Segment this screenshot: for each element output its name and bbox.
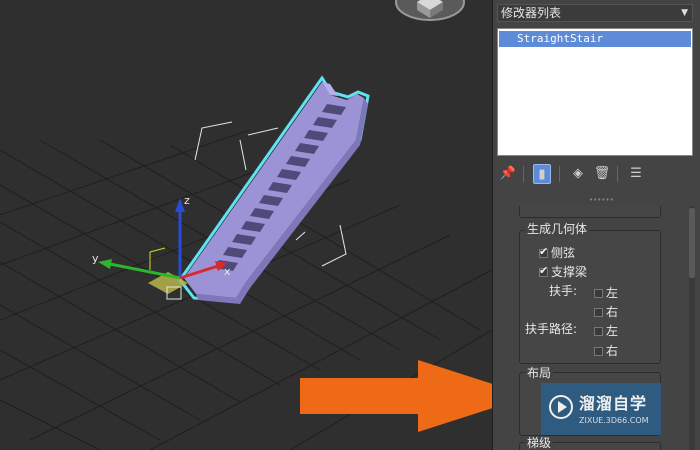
stack-item-straightstair[interactable]: StraightStair [499, 31, 691, 47]
toolbar-divider [523, 166, 524, 182]
layout-title: 布局 [525, 366, 554, 380]
rail-path-left-checkbox[interactable] [594, 327, 603, 336]
configure-modifier-sets-icon[interactable]: ☰ [627, 164, 645, 184]
viewport-canvas[interactable]: x y z [0, 0, 492, 450]
stack-toolbar: 📌 ▮ ◈ 🗑 ☰ [493, 160, 700, 188]
toolbar-divider [617, 166, 618, 182]
show-end-result-icon[interactable]: ▮ [533, 164, 551, 184]
pin-stack-icon[interactable]: 📌 [499, 164, 517, 184]
scrollbar-thumb[interactable] [689, 208, 695, 278]
rail-path-right-checkbox[interactable] [594, 347, 603, 356]
resize-handle[interactable]: •••••• [589, 197, 614, 204]
steps-title: 梯级 [525, 436, 554, 450]
make-unique-icon[interactable]: ◈ [569, 164, 587, 184]
stringers-checkbox[interactable] [539, 245, 548, 258]
axis-label-x: x [224, 265, 231, 278]
carriage-label: 支撑梁 [551, 265, 588, 279]
watermark-logo: 溜溜自学 ZIXUE.3D66.COM [541, 383, 661, 435]
handrail-left-checkbox[interactable] [594, 289, 603, 298]
viewcube-widget[interactable] [395, 0, 465, 22]
handrail-left-label: 左 [606, 286, 619, 300]
play-icon [549, 395, 573, 419]
watermark-url: ZIXUE.3D66.COM [579, 416, 649, 425]
axis-label-z: z [184, 194, 190, 207]
carriage-checkbox[interactable] [539, 264, 548, 277]
viewport[interactable]: x y z [0, 0, 492, 450]
handrail-right-checkbox[interactable] [594, 308, 603, 317]
orange-pointer-arrow [300, 360, 492, 432]
rail-path-left-label: 左 [606, 324, 619, 338]
rollout-top-edge [519, 206, 661, 218]
panel-scrollbar[interactable] [689, 206, 695, 450]
rail-path-label: 扶手路径: [525, 322, 578, 336]
rail-path-right-label: 右 [606, 344, 619, 358]
handrail-right-label: 右 [606, 305, 619, 319]
toolbar-divider [559, 166, 560, 182]
chevron-down-icon: ▼ [681, 8, 688, 18]
remove-modifier-icon[interactable]: 🗑 [593, 164, 611, 184]
modifier-list-dropdown[interactable]: 修改器列表 ▼ [497, 4, 693, 22]
axis-label-y: y [92, 252, 99, 265]
modifier-stack-list[interactable]: StraightStair [497, 28, 693, 156]
handrail-label: 扶手: [549, 284, 578, 298]
watermark-title: 溜溜自学 [579, 394, 648, 413]
generate-geometry-title: 生成几何体 [525, 222, 590, 236]
stringers-label: 侧弦 [551, 246, 576, 260]
modifier-list-label: 修改器列表 [501, 6, 562, 20]
straight-stair-model[interactable] [184, 82, 368, 304]
